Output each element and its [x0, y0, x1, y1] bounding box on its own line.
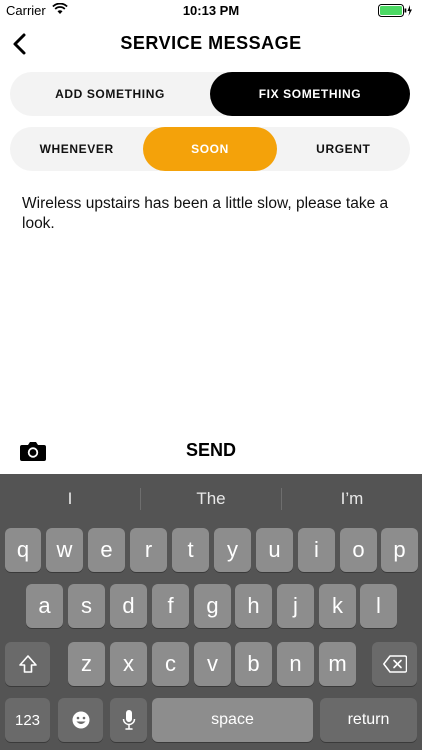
- key-i[interactable]: i: [298, 528, 335, 572]
- space-key[interactable]: space: [152, 698, 313, 742]
- status-bar: Carrier 10:13 PM: [0, 0, 422, 22]
- message-text-area[interactable]: Wireless upstairs has been a little slow…: [22, 194, 402, 234]
- key-s[interactable]: s: [68, 584, 105, 628]
- dictation-key[interactable]: [110, 698, 147, 742]
- key-z[interactable]: z: [68, 642, 105, 686]
- shift-key[interactable]: [5, 642, 50, 686]
- key-x[interactable]: x: [110, 642, 147, 686]
- whenever-option[interactable]: WHENEVER: [10, 127, 143, 171]
- send-button[interactable]: SEND: [0, 440, 422, 461]
- keyboard: I The I’m q w e r t y u i o p a s d f g …: [0, 474, 422, 750]
- suggestion-item[interactable]: The: [141, 474, 281, 524]
- numbers-key[interactable]: 123: [5, 698, 50, 742]
- soon-option[interactable]: SOON: [143, 127, 277, 171]
- key-c[interactable]: c: [152, 642, 189, 686]
- service-message-screen: Carrier 10:13 PM SERVICE MESSAGE ADD SOM…: [0, 0, 422, 750]
- battery-icon: [378, 4, 414, 17]
- key-f[interactable]: f: [152, 584, 189, 628]
- key-n[interactable]: n: [277, 642, 314, 686]
- emoji-icon: [72, 711, 89, 729]
- keyboard-row-1: q w e r t y u i o p: [0, 528, 422, 572]
- suggestion-item[interactable]: I: [0, 474, 140, 524]
- add-something-option[interactable]: ADD SOMETHING: [10, 72, 210, 116]
- suggestion-bar: I The I’m: [0, 474, 422, 524]
- request-type-selector: ADD SOMETHING FIX SOMETHING: [10, 72, 410, 116]
- key-a[interactable]: a: [26, 584, 63, 628]
- urgency-selector: WHENEVER SOON URGENT: [10, 127, 410, 171]
- key-d[interactable]: d: [110, 584, 147, 628]
- key-v[interactable]: v: [194, 642, 231, 686]
- key-h[interactable]: h: [235, 584, 272, 628]
- key-q[interactable]: q: [5, 528, 41, 572]
- nav-header: SERVICE MESSAGE: [0, 22, 422, 66]
- urgent-option[interactable]: URGENT: [277, 127, 410, 171]
- return-key[interactable]: return: [320, 698, 417, 742]
- shift-arrow-icon: [18, 655, 37, 673]
- keyboard-row-4: 123 space return: [0, 698, 422, 742]
- key-e[interactable]: e: [88, 528, 125, 572]
- page-title: SERVICE MESSAGE: [120, 33, 302, 53]
- clock: 10:13 PM: [182, 3, 240, 18]
- keyboard-row-3: z x c v b n m: [0, 642, 422, 686]
- key-b[interactable]: b: [235, 642, 272, 686]
- key-k[interactable]: k: [319, 584, 356, 628]
- keyboard-row-2: a s d f g h j k l: [0, 584, 422, 628]
- key-r[interactable]: r: [130, 528, 167, 572]
- key-y[interactable]: y: [214, 528, 251, 572]
- backspace-icon: [382, 655, 407, 673]
- key-l[interactable]: l: [360, 584, 397, 628]
- key-u[interactable]: u: [256, 528, 293, 572]
- emoji-key[interactable]: [58, 698, 103, 742]
- fix-something-option[interactable]: FIX SOMETHING: [210, 72, 410, 116]
- suggestion-item[interactable]: I’m: [282, 474, 422, 524]
- key-j[interactable]: j: [277, 584, 314, 628]
- backspace-key[interactable]: [372, 642, 417, 686]
- key-p[interactable]: p: [381, 528, 418, 572]
- key-m[interactable]: m: [319, 642, 356, 686]
- key-w[interactable]: w: [46, 528, 83, 572]
- key-g[interactable]: g: [194, 584, 231, 628]
- key-o[interactable]: o: [340, 528, 377, 572]
- key-t[interactable]: t: [172, 528, 209, 572]
- microphone-icon: [122, 710, 135, 730]
